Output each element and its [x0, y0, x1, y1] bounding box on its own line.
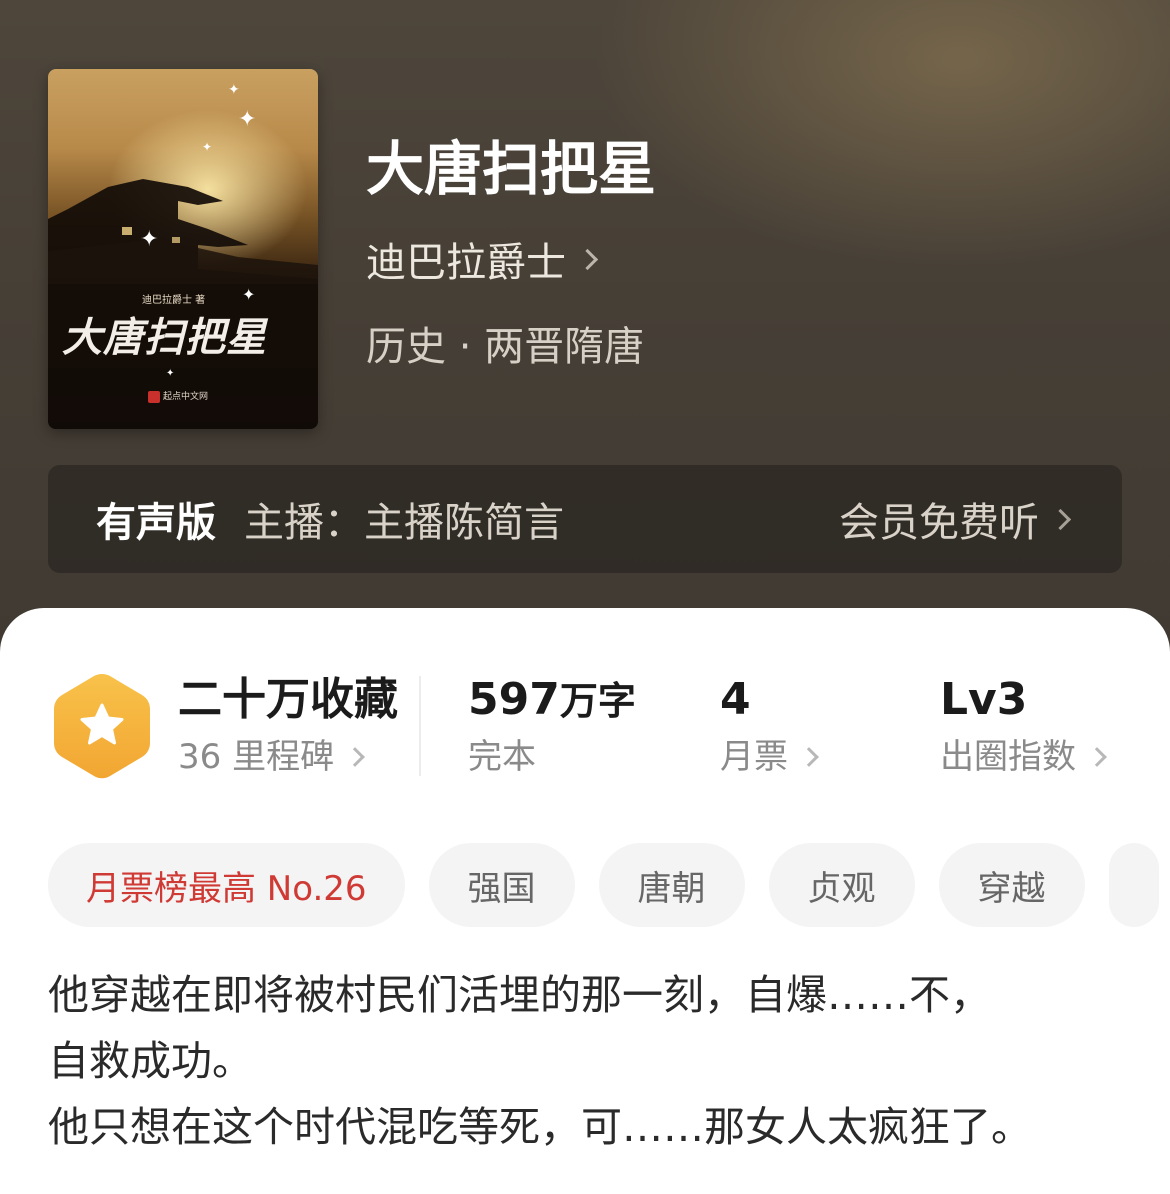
milestone-label: 36 里程碑 [178, 737, 335, 777]
book-intro[interactable]: 他穿越在即将被村民们活埋的那一刻，自爆……不， 自救成功。 他只想在这个时代混吃… [48, 962, 1138, 1160]
member-free-listen-link[interactable]: 会员免费听 [839, 490, 1072, 548]
cover-title: 大唐扫把星 [62, 314, 267, 361]
influence-level: Lv3 [940, 674, 1028, 725]
collection-count: 二十万收藏 [178, 674, 398, 725]
cover-star-icon: ✦ [140, 227, 159, 252]
word-count-unit: 万字 [559, 679, 636, 723]
book-category: 历史 · 两晋隋唐 [366, 324, 645, 370]
chevron-right-icon [576, 248, 599, 270]
audio-version-bar[interactable]: 有声版 主播：主播陈简言 会员免费听 [48, 465, 1122, 573]
cover-star-icon: ✦ [238, 107, 257, 132]
monthly-ticket-link[interactable]: 月票 [720, 737, 819, 777]
author-name: 迪巴拉爵士 [366, 240, 566, 286]
tag-item-partial[interactable] [1108, 843, 1159, 927]
book-title: 大唐扫把星 [366, 135, 657, 203]
tag-item[interactable]: 唐朝 [598, 843, 745, 927]
monthly-ticket-label: 月票 [720, 737, 788, 777]
chevron-right-icon [1087, 747, 1107, 767]
influence-stat[interactable]: Lv3 出圈指数 [940, 674, 1107, 777]
book-cover[interactable]: ✦ ✦ ✦ ✦ ✦ ✦ 迪巴拉爵士 著 大唐扫把星 起点中文网 [48, 69, 318, 429]
chevron-right-icon [799, 747, 819, 767]
publisher-logo-icon [148, 390, 160, 403]
stat-divider [419, 676, 421, 776]
tag-item[interactable]: 贞观 [768, 843, 915, 927]
author-link[interactable]: 迪巴拉爵士 [366, 236, 599, 286]
audio-version-label: 有声版 [96, 500, 216, 546]
cover-star-icon: ✦ [202, 140, 213, 154]
tag-list: 月票榜最高 No.26 强国 唐朝 贞观 穿越 [48, 843, 1159, 927]
monthly-ticket-stat[interactable]: 4 月票 [720, 674, 819, 777]
tag-ranking[interactable]: 月票榜最高 No.26 [48, 843, 405, 927]
cover-star-icon: ✦ [228, 82, 240, 98]
audio-host: 主播：主播陈简言 [244, 500, 564, 546]
cover-publisher: 起点中文网 [148, 389, 208, 403]
cover-star-icon: ✦ [242, 285, 256, 304]
monthly-ticket-count: 4 [720, 674, 751, 725]
word-count: 597万字 [468, 678, 636, 722]
cover-author: 迪巴拉爵士 著 [142, 295, 206, 306]
completion-status: 完本 [468, 737, 536, 777]
chevron-right-icon [1049, 508, 1072, 530]
influence-label: 出圈指数 [940, 737, 1076, 777]
star-badge-icon [54, 674, 150, 779]
intro-line: 自救成功。 [48, 1037, 253, 1085]
cover-star-icon: ✦ [166, 368, 175, 379]
tag-item[interactable]: 穿越 [938, 843, 1085, 927]
influence-link[interactable]: 出圈指数 [940, 737, 1107, 777]
cover-publisher-name: 起点中文网 [163, 392, 209, 402]
milestone-link[interactable]: 36 里程碑 [178, 740, 398, 774]
tag-item[interactable]: 强国 [428, 843, 575, 927]
word-count-value: 597 [468, 674, 560, 725]
member-free-listen-label: 会员免费听 [839, 500, 1039, 546]
intro-line: 他只想在这个时代混吃等死，可……那女人太疯狂了。 [48, 1103, 1032, 1151]
collection-stat[interactable]: 二十万收藏 36 里程碑 [178, 674, 398, 775]
intro-line: 他穿越在即将被村民们活埋的那一刻，自爆……不， [48, 971, 991, 1019]
cover-palace-silhouette [48, 179, 318, 429]
chevron-right-icon [345, 747, 365, 767]
word-count-stat: 597万字 完本 [468, 678, 636, 777]
